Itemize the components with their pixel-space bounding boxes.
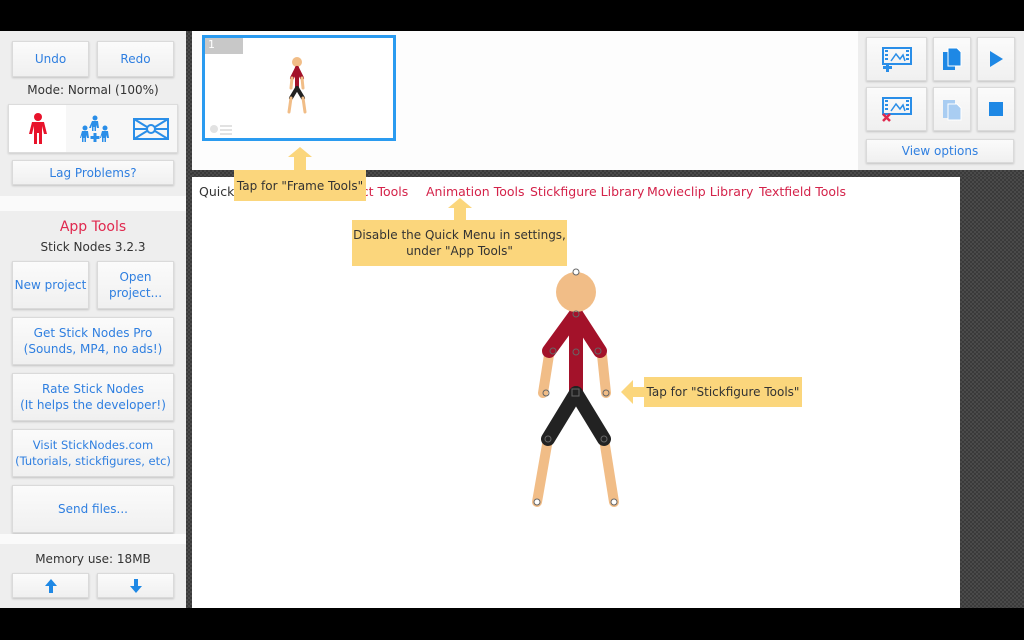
left-shin xyxy=(532,434,553,507)
stickfigure-icon xyxy=(28,112,47,144)
quick-menu-tooltip: Disable the Quick Menu in settings, unde… xyxy=(352,220,567,266)
mode-text: Mode: Normal (100%) xyxy=(27,83,159,97)
right-shin xyxy=(599,434,619,507)
visit-website-button[interactable]: Visit StickNodes.com (Tutorials, stickfi… xyxy=(12,429,174,477)
memory-use-text: Memory use: 18MB xyxy=(35,552,151,566)
head xyxy=(556,272,596,312)
group-stickfigures-icon xyxy=(79,115,109,142)
delete-frame-icon xyxy=(881,97,912,122)
stickfigure-tools-tooltip: Tap for "Stickfigure Tools" xyxy=(644,377,802,407)
quick-menu-tip-arrow-stem xyxy=(454,208,466,220)
frame-settings-icon xyxy=(210,125,232,135)
quick-menu-movieclip-library[interactable]: Movieclip Library xyxy=(647,184,753,199)
section-divider xyxy=(0,196,186,211)
app-tools-title: App Tools xyxy=(59,219,127,235)
frame-tools-tip-arrow xyxy=(288,147,312,157)
copy-frame-button[interactable] xyxy=(933,37,971,81)
frame-tools-tooltip: Tap for "Frame Tools" xyxy=(234,170,366,201)
quick-menu-tip-arrow xyxy=(448,198,472,208)
redo-button[interactable]: Redo xyxy=(97,41,174,77)
new-project-button[interactable]: New project xyxy=(12,261,89,309)
add-frame-icon xyxy=(881,47,912,72)
stop-icon xyxy=(989,102,1003,116)
delete-frame-button[interactable] xyxy=(866,87,927,131)
arrow-up-icon xyxy=(44,578,57,593)
add-frame-button[interactable] xyxy=(866,37,927,81)
stop-button[interactable] xyxy=(977,87,1015,131)
background-image-icon xyxy=(132,117,169,140)
play-icon xyxy=(990,51,1003,67)
move-up-button[interactable] xyxy=(12,573,89,598)
right-forearm xyxy=(597,350,611,398)
background-mode-button[interactable] xyxy=(122,105,179,152)
quick-menu-animation-tools[interactable]: Animation Tools xyxy=(426,184,525,199)
stickfigure-tip-arrow xyxy=(621,380,645,404)
get-pro-button[interactable]: Get Stick Nodes Pro (Sounds, MP4, no ads… xyxy=(12,317,174,365)
section-divider xyxy=(0,534,186,544)
rate-button[interactable]: Rate Stick Nodes (It helps the developer… xyxy=(12,373,174,421)
paste-frame-icon xyxy=(943,100,962,121)
open-project-button[interactable]: Open project... xyxy=(97,261,174,309)
left-thigh xyxy=(541,386,583,446)
view-options-button[interactable]: View options xyxy=(866,139,1014,163)
quick-menu-stickfigure-library[interactable]: Stickfigure Library xyxy=(530,184,644,199)
send-files-button[interactable]: Send files... xyxy=(12,485,174,533)
copy-frame-icon xyxy=(943,47,962,70)
play-button[interactable] xyxy=(977,37,1015,81)
lag-problems-button[interactable]: Lag Problems? xyxy=(12,160,174,185)
app-version: Stick Nodes 3.2.3 xyxy=(40,240,146,254)
frame-thumbnail[interactable]: 1 xyxy=(202,35,396,141)
move-down-button[interactable] xyxy=(97,573,174,598)
right-thigh xyxy=(569,386,611,446)
frame-tools-tip-arrow-stem xyxy=(294,157,306,171)
canvas-offscreen-area xyxy=(960,177,1024,608)
quick-menu-textfield-tools[interactable]: Textfield Tools xyxy=(759,184,846,199)
frame-number: 1 xyxy=(205,38,243,54)
quick-menu-label: Quick xyxy=(199,184,235,199)
undo-button[interactable]: Undo xyxy=(12,41,89,77)
arrow-down-icon xyxy=(129,578,142,593)
left-forearm xyxy=(538,350,554,398)
frame-stickfigure-preview xyxy=(287,57,307,114)
multi-stickfigure-mode-button[interactable] xyxy=(66,105,123,152)
paste-frame-button[interactable] xyxy=(933,87,971,131)
single-stickfigure-mode-button[interactable] xyxy=(9,105,66,152)
